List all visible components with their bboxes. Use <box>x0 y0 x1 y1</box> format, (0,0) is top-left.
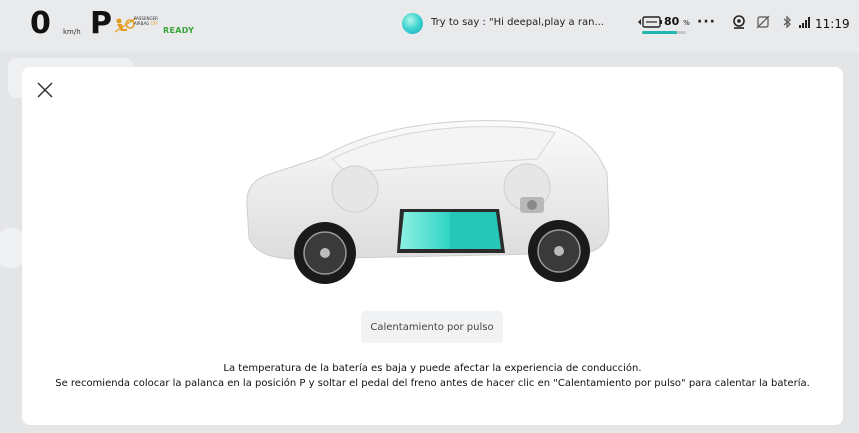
battery-percent-value: 80 <box>664 15 680 28</box>
airbag-label-line2: AIRBAG <box>134 21 150 26</box>
battery-icon[interactable] <box>636 15 664 29</box>
signal-icon <box>799 17 810 28</box>
more-icon[interactable]: ··· <box>697 14 716 30</box>
ready-indicator: READY <box>163 26 195 35</box>
clock: 11:19 <box>815 17 850 31</box>
battery-pack-icon <box>397 209 505 253</box>
pulse-heating-button[interactable]: Calentamiento por pulso <box>361 311 503 343</box>
front-wheel-left <box>294 222 356 284</box>
motor-icon <box>520 197 544 213</box>
warning-message-line1: La temperatura de la batería es baja y p… <box>223 363 642 374</box>
speed-readout: 0 <box>30 6 51 41</box>
phone-off-icon[interactable] <box>755 14 771 30</box>
bluetooth-icon[interactable] <box>779 14 795 30</box>
gear-indicator: P <box>90 6 112 41</box>
battery-level-bar <box>642 31 686 34</box>
airbag-status-text: PASSENGER AIRBAG OFF <box>134 16 174 26</box>
status-bar: 0 km/h P PASSENGER AIRBAG OFF READY Try … <box>0 0 859 52</box>
camera-icon[interactable] <box>731 14 747 30</box>
warning-message-line2: Se recomienda colocar la palanca en la p… <box>55 378 810 389</box>
speed-unit: km/h <box>63 28 81 36</box>
close-icon[interactable] <box>36 81 54 99</box>
background-panel <box>0 228 22 268</box>
battery-percent: 80 % <box>664 15 690 28</box>
battery-percent-unit: % <box>683 19 690 27</box>
voice-hint-text[interactable]: Try to say : "Hi deepal,play a ran... <box>431 17 604 28</box>
voice-assistant-icon[interactable] <box>402 13 423 34</box>
airbag-state: OFF <box>150 21 159 26</box>
car-battery-illustration <box>246 120 610 284</box>
battery-heating-dialog: Calentamiento por pulso La temperatura d… <box>22 67 843 425</box>
front-wheel-right <box>528 220 590 282</box>
battery-level-fill <box>642 31 678 34</box>
